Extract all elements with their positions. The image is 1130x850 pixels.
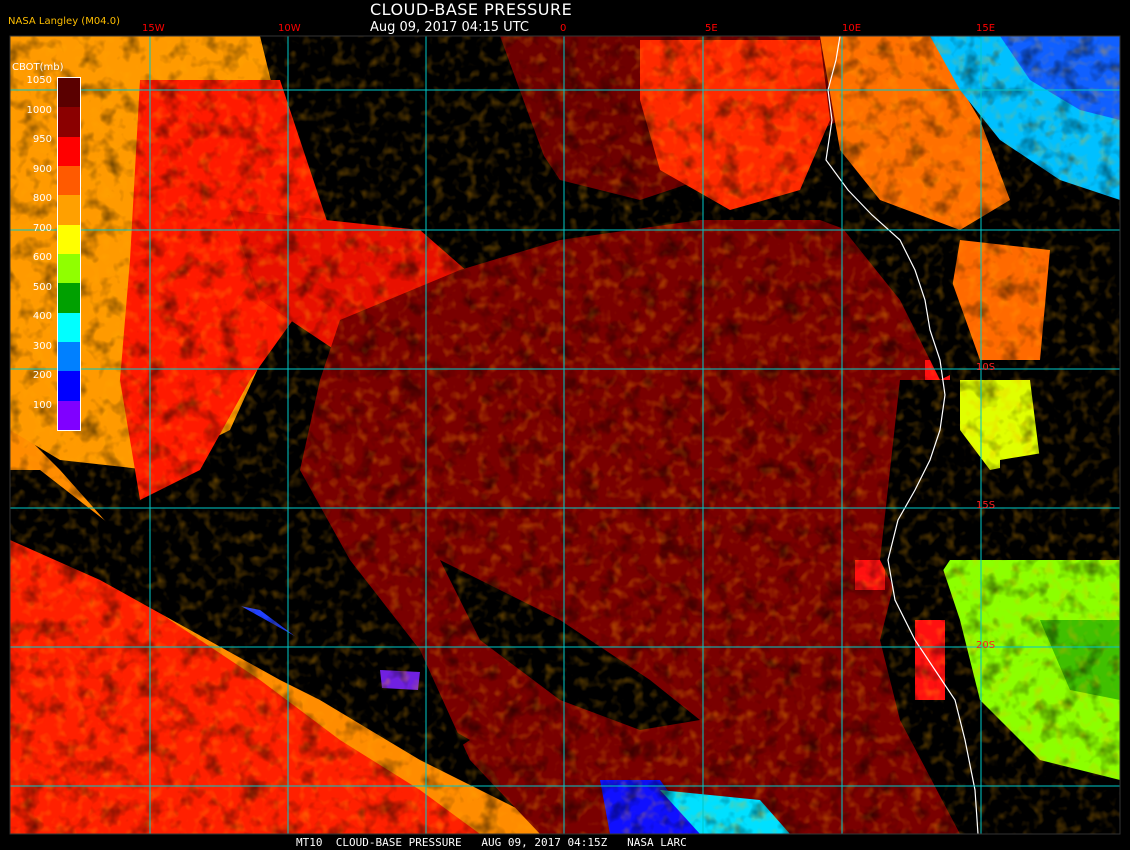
legend-swatch (58, 224, 80, 254)
data-source-label: NASA Langley (M04.0) (8, 16, 120, 27)
map-timestamp: Aug 09, 2017 04:15 UTC (370, 20, 529, 35)
legend-tick-label: 300 (32, 340, 52, 352)
legend-tick-label: 100 (32, 399, 52, 411)
legend-title: CBOT(mb) (12, 62, 64, 73)
legend-tick-label: 950 (32, 134, 52, 145)
legend-tick-label: 600 (32, 252, 52, 263)
satellite-map-view: CLOUD-BASE PRESSURE Aug 09, 2017 04:15 U… (0, 0, 1130, 850)
legend-swatch (58, 341, 80, 372)
legend-swatch (58, 78, 80, 108)
legend-tick-label: 900 (32, 163, 52, 175)
lon-label-10w: 10W (278, 23, 301, 34)
legend-swatch (58, 400, 80, 430)
lat-label-15s: 15S (976, 500, 996, 511)
legend-swatch (58, 136, 80, 166)
legend-tick-label: 500 (32, 281, 52, 293)
lat-label-20s: 20S (976, 640, 996, 651)
legend-color-bar (57, 77, 81, 431)
lat-label-10s: 10S (976, 362, 996, 373)
lon-label-15w: 15W (142, 23, 165, 34)
map-canvas (9, 35, 1121, 835)
legend-tick-label: 400 (32, 311, 52, 322)
color-legend: CBOT(mb) 1050 1000 950 900 800 700 600 500 400 30… (8, 62, 81, 434)
legend-tick-label: 700 (32, 222, 52, 234)
legend-swatch (58, 253, 80, 284)
legend-swatch (58, 371, 80, 401)
lon-label-5e: 5E (705, 23, 718, 34)
lon-label-15e: 15E (976, 23, 996, 34)
legend-swatch (58, 195, 80, 225)
map-title: CLOUD-BASE PRESSURE (370, 0, 573, 19)
legend-tick-label: 200 (32, 370, 52, 381)
legend-swatch (58, 165, 80, 196)
legend-tick-label: 800 (32, 193, 52, 204)
footer-caption: MT10 CLOUD-BASE PRESSURE AUG 09, 2017 04… (296, 836, 687, 849)
legend-tick-label: 1050 (26, 75, 52, 86)
texture-overlay-dark (10, 36, 1120, 834)
legend-swatch (58, 312, 80, 342)
legend-tick-label: 1000 (26, 104, 52, 116)
legend-swatch (58, 107, 80, 137)
lon-label-0: 0 (560, 23, 567, 34)
lon-label-10e: 10E (842, 23, 862, 34)
legend-swatch (58, 283, 80, 313)
